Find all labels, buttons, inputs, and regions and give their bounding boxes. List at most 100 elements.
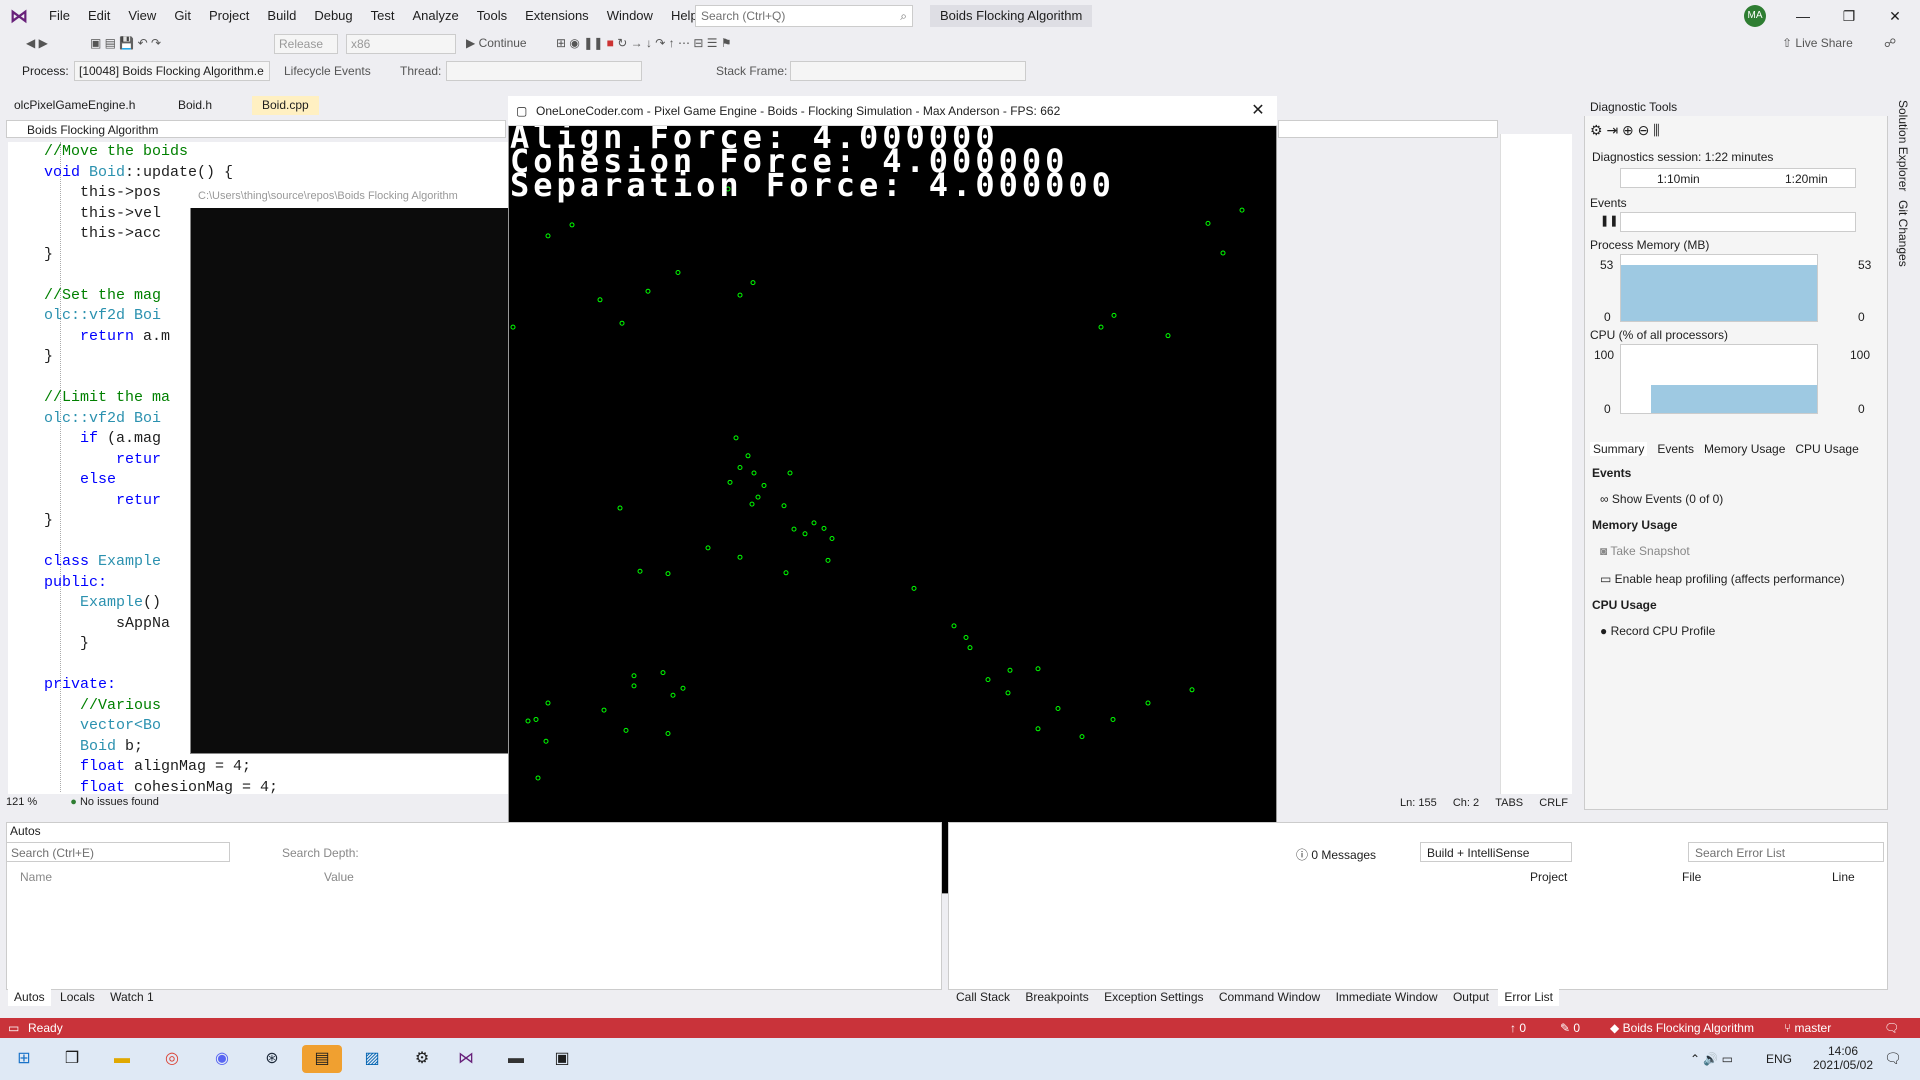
timeline-ruler[interactable]: 1:10min 1:20min — [1620, 168, 1856, 188]
col-line[interactable]: Line — [1832, 870, 1855, 884]
config-select[interactable]: Release — [274, 34, 338, 54]
cpu-graph — [1620, 344, 1818, 414]
tab-boid-cpp[interactable]: Boid.cpp — [252, 96, 319, 115]
action-center-icon[interactable]: 🗨 — [1884, 1050, 1902, 1067]
tab-error-list[interactable]: Error List — [1498, 988, 1560, 1006]
game-close-icon[interactable]: ✕ — [1240, 96, 1276, 126]
discord-icon[interactable]: ◉ — [208, 1045, 236, 1073]
menu-build[interactable]: Build — [258, 0, 305, 32]
side-tab-git-changes[interactable]: Git Changes — [1896, 200, 1910, 267]
start-icon[interactable]: ⊞ — [10, 1045, 38, 1073]
col-value[interactable]: Value — [324, 870, 354, 884]
take-snapshot-button[interactable]: ◙ Take Snapshot — [1600, 544, 1690, 558]
settings-icon[interactable]: ⚙ ⇥ ⊕ ⊖ ⫼ — [1590, 122, 1660, 139]
cpu-header[interactable]: CPU (% of all processors) — [1590, 328, 1728, 342]
console-window[interactable] — [190, 186, 510, 754]
menu-tools[interactable]: Tools — [468, 0, 516, 32]
tab-boid-h[interactable]: Boid.h — [168, 96, 222, 115]
menu-file[interactable]: File — [40, 0, 79, 32]
sticky-notes-icon[interactable]: ▤ — [302, 1045, 342, 1073]
tray-icons[interactable]: ⌃ 🔊 ▭ — [1690, 1052, 1733, 1066]
avatar[interactable]: MA — [1744, 5, 1766, 27]
lifecycle-events-button[interactable]: Lifecycle Events — [284, 64, 371, 78]
language-indicator[interactable]: ENG — [1766, 1052, 1792, 1066]
repo-name[interactable]: ◆ Boids Flocking Algorithm — [1610, 1021, 1754, 1035]
messages-filter[interactable]: ⓘ 0 Messages — [1296, 846, 1376, 863]
menu-window[interactable]: Window — [598, 0, 662, 32]
menu-test[interactable]: Test — [362, 0, 404, 32]
pause-icon[interactable]: ❚❚ — [1600, 214, 1618, 227]
tab-locals[interactable]: Locals — [54, 988, 101, 1006]
tab-autos[interactable]: Autos — [8, 988, 51, 1006]
menu-debug[interactable]: Debug — [305, 0, 361, 32]
menu-edit[interactable]: Edit — [79, 0, 119, 32]
photos-icon[interactable]: ▨ — [358, 1045, 386, 1073]
tab-summary[interactable]: Summary — [1590, 442, 1648, 456]
tab-immediate-window[interactable]: Immediate Window — [1330, 988, 1444, 1006]
continue-button[interactable]: ▶ Continue — [466, 36, 527, 50]
zoom-level[interactable]: 121 % — [6, 796, 37, 808]
menu-project[interactable]: Project — [200, 0, 258, 32]
col-name[interactable]: Name — [20, 870, 52, 884]
minimize-icon[interactable]: — — [1780, 0, 1826, 32]
file-explorer-icon[interactable]: ▬ — [108, 1045, 136, 1073]
tab-watch-1[interactable]: Watch 1 — [104, 988, 160, 1006]
close-icon[interactable]: ✕ — [1872, 0, 1918, 32]
feedback-icon[interactable]: ☍ — [1884, 36, 1896, 50]
pending-changes[interactable]: ✎ 0 — [1560, 1021, 1580, 1035]
nav-scope-dropdown[interactable]: Boids Flocking Algorithm — [6, 120, 506, 138]
restore-icon[interactable]: ❐ — [1826, 0, 1872, 32]
live-share-button[interactable]: ⇧ Live Share — [1782, 36, 1853, 50]
menu-analyze[interactable]: Analyze — [403, 0, 467, 32]
error-search-input[interactable]: Search Error List — [1688, 842, 1884, 862]
section-memory: Memory Usage — [1592, 518, 1678, 532]
tab-memory-usage[interactable]: Memory Usage — [1704, 442, 1785, 456]
platform-select[interactable]: x86 — [346, 34, 456, 54]
tab-command-window[interactable]: Command Window — [1213, 988, 1326, 1006]
show-events-link[interactable]: ∞ Show Events (0 of 0) — [1600, 492, 1723, 506]
menu-view[interactable]: View — [119, 0, 165, 32]
app-icon-gear[interactable]: ⚙ — [408, 1045, 436, 1073]
branch-name[interactable]: ⑂ master — [1784, 1021, 1831, 1035]
clock[interactable]: 14:06 2021/05/02 — [1808, 1044, 1878, 1072]
debug-toolbar-icons[interactable]: ⊞ ◉ ❚❚ ■ ↻ → ↓ ↷ ↑ ⋯ ⊟ ☰ ⚑ — [556, 36, 732, 50]
col-project[interactable]: Project — [1530, 870, 1567, 884]
stack-frame-select[interactable] — [790, 61, 1026, 81]
code-minimap[interactable] — [1500, 134, 1572, 794]
col-file[interactable]: File — [1682, 870, 1701, 884]
events-header[interactable]: Events — [1590, 196, 1627, 210]
menu-extensions[interactable]: Extensions — [516, 0, 598, 32]
tab-exception-settings[interactable]: Exception Settings — [1098, 988, 1209, 1006]
visual-studio-icon[interactable]: ⋈ — [452, 1045, 480, 1073]
member-dropdown[interactable] — [1278, 120, 1498, 138]
visual-studio-logo-icon[interactable]: ⋈ — [10, 6, 32, 26]
tab-breakpoints[interactable]: Breakpoints — [1019, 988, 1094, 1006]
autos-search-input[interactable]: Search (Ctrl+E) — [6, 842, 230, 862]
thread-select[interactable] — [446, 61, 642, 81]
commits-up[interactable]: ↑ 0 — [1510, 1021, 1526, 1035]
chrome-icon[interactable]: ◎ — [158, 1045, 186, 1073]
side-tab-solution-explorer[interactable]: Solution Explorer — [1896, 100, 1910, 191]
boid — [510, 324, 516, 330]
tab-call-stack[interactable]: Call Stack — [950, 988, 1016, 1006]
process-memory-header[interactable]: Process Memory (MB) — [1590, 238, 1709, 252]
search-input[interactable]: Search (Ctrl+Q) ⌕ — [695, 5, 913, 27]
heap-profiling-checkbox[interactable]: ▭ Enable heap profiling (affects perform… — [1600, 572, 1845, 586]
task-view-icon[interactable]: ❒ — [58, 1045, 86, 1073]
back-icon[interactable]: ◀ ▶ — [26, 36, 48, 50]
console-icon[interactable]: ▬ — [502, 1045, 530, 1073]
boid — [597, 297, 603, 303]
build-filter-select[interactable]: Build + IntelliSense — [1420, 842, 1572, 862]
record-cpu-button[interactable]: ● Record CPU Profile — [1600, 624, 1715, 638]
notifications-icon[interactable]: 🗨 — [1884, 1021, 1899, 1035]
game-window-icon[interactable]: ▣ — [548, 1045, 576, 1073]
tab-olcpixelgameengine[interactable]: olcPixelGameEngine.h — [4, 96, 145, 115]
tab-output[interactable]: Output — [1447, 988, 1495, 1006]
issues-status[interactable]: No issues found — [80, 796, 159, 808]
tab-cpu-usage[interactable]: CPU Usage — [1795, 442, 1858, 456]
tab-events[interactable]: Events — [1657, 442, 1694, 456]
steam-icon[interactable]: ⊛ — [258, 1045, 286, 1073]
menu-git[interactable]: Git — [165, 0, 200, 32]
toolbar-icons[interactable]: ▣ ▤ 💾 ↶ ↷ — [90, 36, 161, 50]
process-select[interactable]: [10048] Boids Flocking Algorithm.e — [74, 61, 270, 81]
